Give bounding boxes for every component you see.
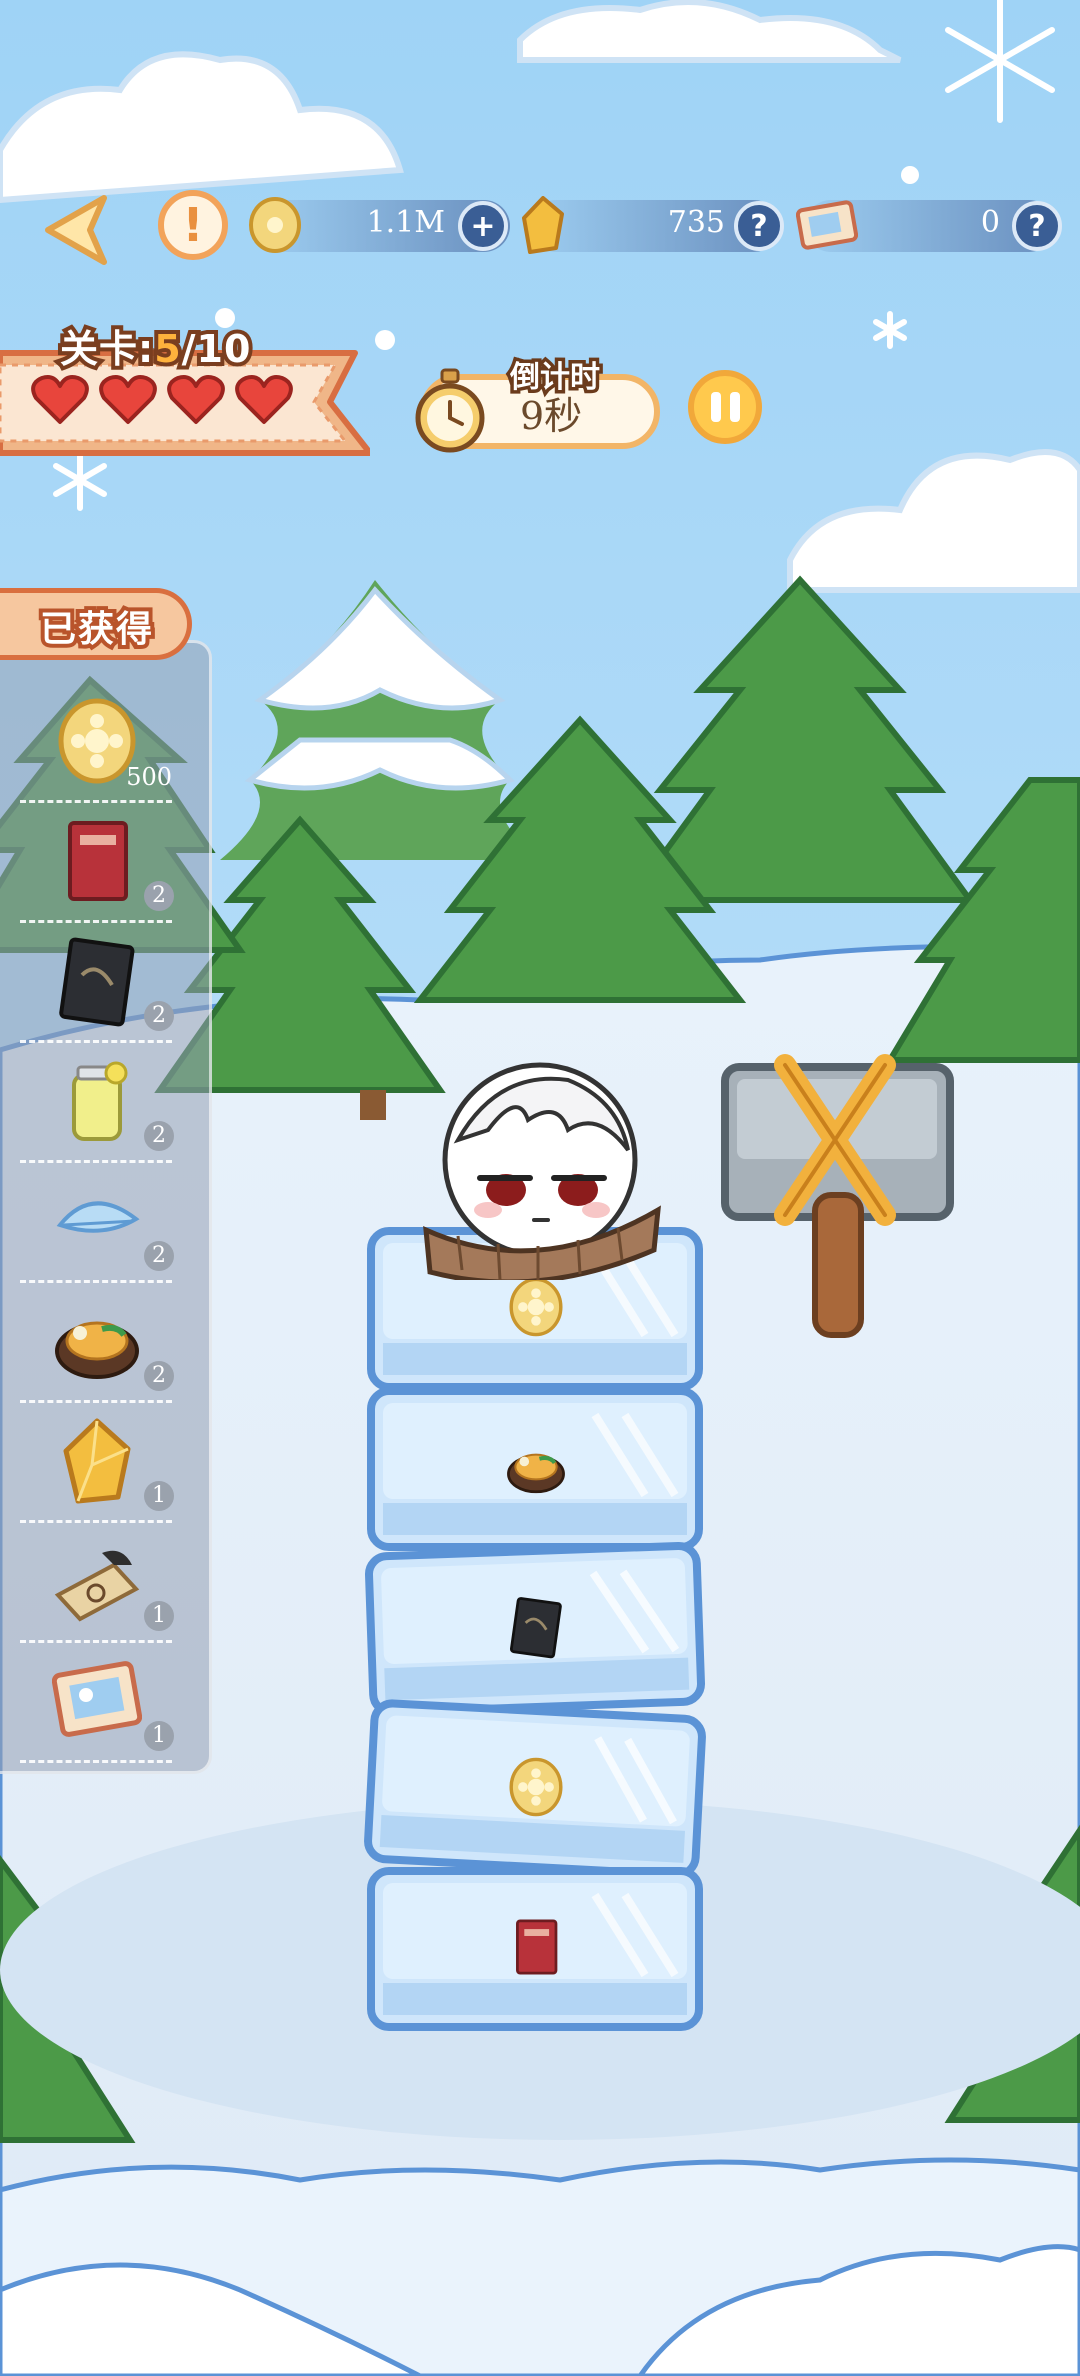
obtained-item: 2 <box>0 923 212 1043</box>
lemonade-jar-icon <box>72 1061 128 1141</box>
gold-coin-icon <box>509 1757 563 1817</box>
item-count: 2 <box>144 1361 174 1391</box>
dark-card-icon <box>509 1597 562 1659</box>
heart-icon <box>99 375 157 424</box>
back-button[interactable] <box>34 190 124 270</box>
amber-gem-icon <box>63 1418 131 1504</box>
gold-coin-icon <box>509 1277 563 1337</box>
obtained-item: 2 <box>0 1043 212 1163</box>
obtained-item: 1 <box>0 1523 212 1643</box>
heart-icon <box>167 375 225 424</box>
countdown-value: 9秒 <box>520 394 583 438</box>
heart-icon <box>235 375 293 424</box>
level-current: 5 <box>150 323 185 375</box>
pause-button[interactable] <box>688 370 762 444</box>
item-count: 2 <box>144 1241 174 1271</box>
pause-icon <box>710 392 721 422</box>
obtained-item: 1 <box>0 1403 212 1523</box>
item-count: 2 <box>144 1121 174 1151</box>
item-count: 2 <box>144 1001 174 1031</box>
dark-card-icon <box>59 937 135 1027</box>
obtained-item: 2 <box>0 803 212 923</box>
question-icon: ? <box>750 208 768 244</box>
gold-coin-icon <box>249 197 301 253</box>
ticket-amount: 0 <box>980 205 1000 240</box>
ticket-help-button[interactable]: ? <box>1012 201 1062 251</box>
gem-amount: 735 <box>667 205 725 240</box>
item-count: 1 <box>144 1601 174 1631</box>
obtained-item: 2 <box>0 1163 212 1283</box>
plus-icon: + <box>470 208 496 244</box>
info-button[interactable]: ! <box>158 190 228 260</box>
red-book-icon <box>68 821 128 901</box>
level-total: /10 <box>178 323 255 375</box>
coin-amount: 1.1M <box>366 205 445 240</box>
obtained-item: 500 <box>0 683 212 803</box>
lives-hearts <box>30 372 294 426</box>
back-arrow-icon <box>45 195 107 265</box>
item-count: 1 <box>144 1721 174 1751</box>
level-prefix: 关卡: <box>56 323 157 375</box>
obtained-item: 2 <box>0 1283 212 1403</box>
add-coins-button[interactable]: + <box>458 201 508 251</box>
stopwatch-icon <box>415 368 485 453</box>
item-count: 2 <box>144 881 174 911</box>
heart-icon <box>31 375 89 424</box>
hammer-tool[interactable] <box>715 1045 955 1345</box>
map-scroll-icon <box>54 1550 140 1622</box>
red-book-icon <box>516 1919 558 1975</box>
character-chibi-head[interactable] <box>418 1060 668 1280</box>
amber-gem-icon <box>522 196 564 254</box>
photo-ticket-icon <box>796 200 858 250</box>
question-icon: ? <box>1028 208 1046 244</box>
item-count: 500 <box>126 763 172 791</box>
obtained-items-panel: 500 2 2 2 2 2 1 1 1 <box>0 640 212 1774</box>
omelette-rice-icon <box>55 1321 139 1379</box>
photo-ticket-icon <box>52 1661 142 1737</box>
obtained-item: 1 <box>0 1643 212 1763</box>
obtained-title: 已获得 <box>36 605 156 654</box>
exclamation-icon: ! <box>182 198 204 252</box>
omelette-rice-icon <box>507 1453 565 1494</box>
level-indicator: 关卡:5/10 <box>56 318 255 375</box>
blue-feather-icon <box>56 1201 140 1233</box>
item-count: 1 <box>144 1481 174 1511</box>
gem-help-button[interactable]: ? <box>734 201 784 251</box>
